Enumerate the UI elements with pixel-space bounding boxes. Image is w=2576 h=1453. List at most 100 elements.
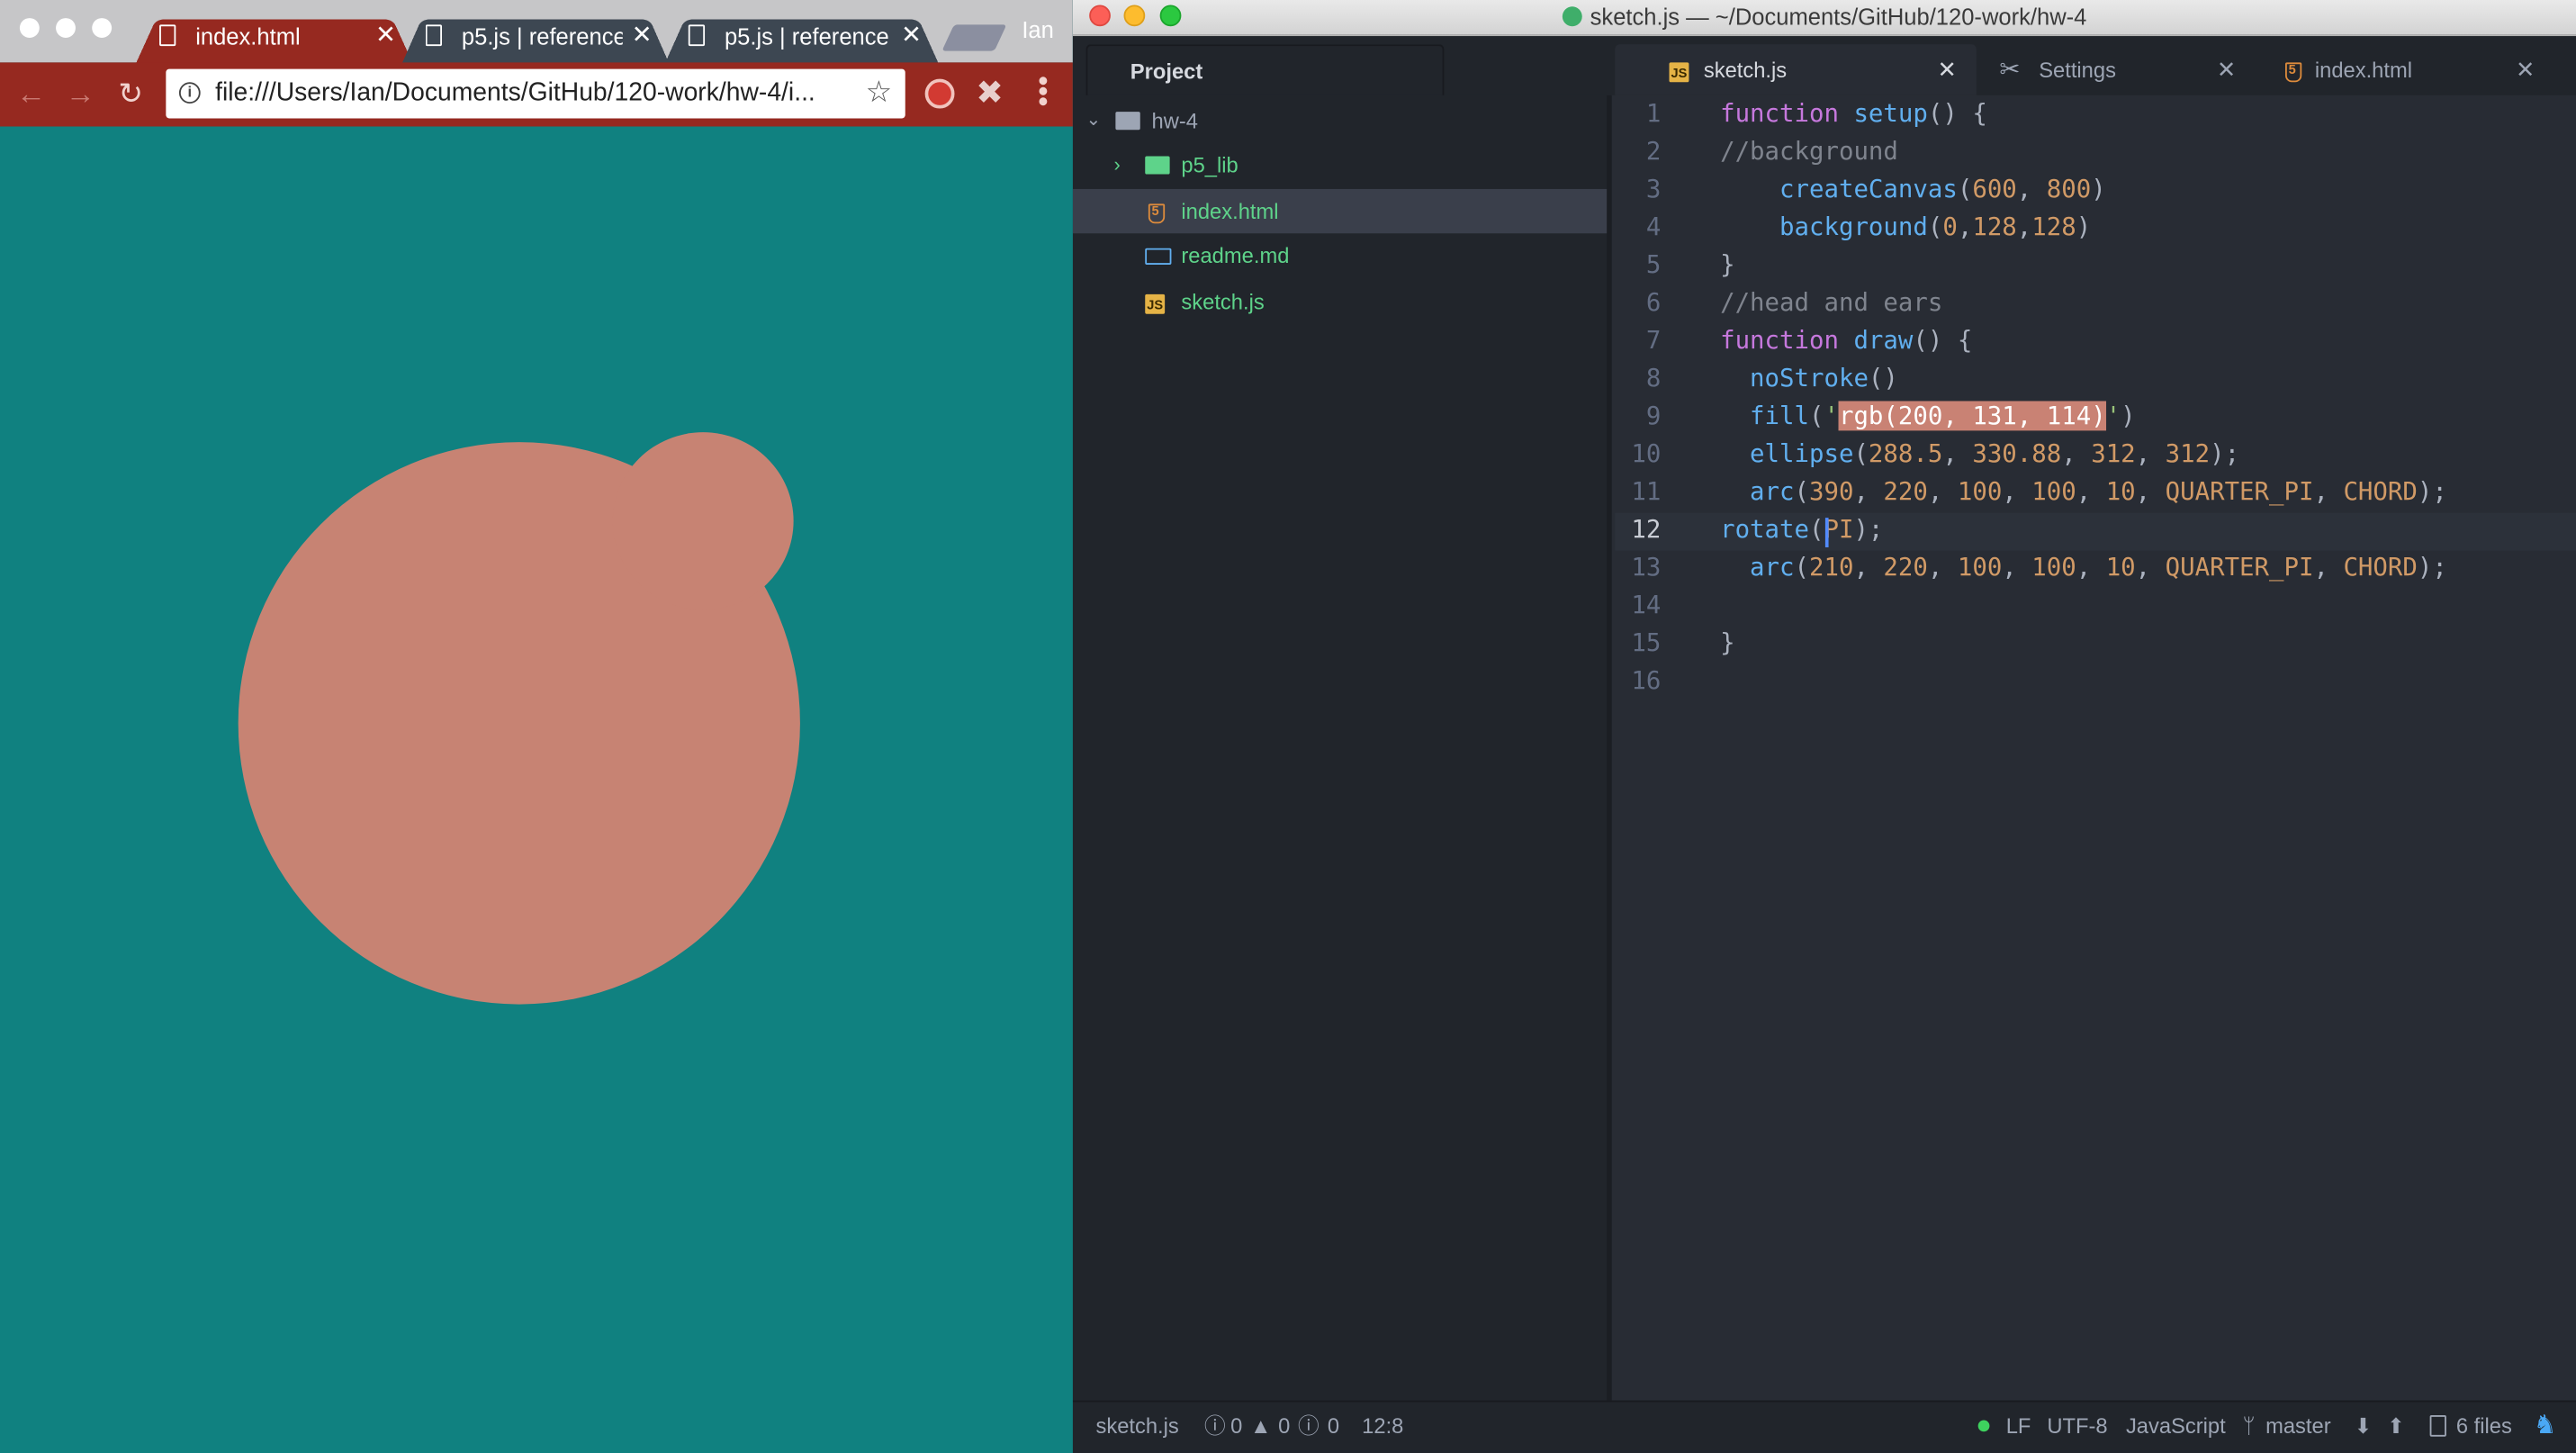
extension-stop-icon[interactable]	[924, 78, 955, 109]
code-line[interactable]: fill('rgb(200, 131, 114)')	[1720, 401, 2136, 431]
tab-settings[interactable]: ✂ Settings ✕	[1979, 44, 2256, 95]
git-branch[interactable]: master	[2265, 1402, 2331, 1451]
line-number: 6	[1645, 287, 1662, 318]
p5-canvas	[0, 126, 1073, 1453]
reload-icon[interactable]: ↻	[118, 79, 143, 109]
code-line[interactable]: //head and ears	[1720, 288, 1942, 318]
cursor-position[interactable]: 12:8	[1362, 1402, 1403, 1451]
grammar[interactable]: JavaScript	[2126, 1402, 2226, 1451]
code-line[interactable]: createCanvas(600, 800)	[1720, 175, 2106, 204]
chevron-down-icon[interactable]: ⌄	[1086, 99, 1102, 143]
tab-title: p5.js | reference	[461, 23, 623, 50]
info-icon[interactable]: i	[178, 82, 201, 104]
close-tab-icon[interactable]: ✕	[901, 10, 922, 62]
tree-view-tab[interactable]: Project	[1085, 44, 1445, 95]
forward-arrow-icon[interactable]: →	[66, 79, 95, 109]
menu-dots-icon[interactable]: •••	[1027, 76, 1060, 107]
close-tab-icon[interactable]: ✕	[2217, 44, 2236, 95]
address-bar[interactable]: i file:///Users/Ian/Documents/GitHub/120…	[166, 68, 905, 119]
folder-icon	[1145, 156, 1170, 175]
tab-index-html[interactable]: index.html ✕	[2259, 44, 2555, 95]
line-number: 1	[1645, 98, 1662, 129]
chrome-tab-active[interactable]: index.html ✕	[136, 10, 413, 63]
new-tab-button[interactable]	[941, 24, 1007, 51]
code-editor[interactable]: 1 2 3 4 5 6 7 8 9 10 11 12 13 14 15 16 function setup()…	[1615, 95, 2576, 1401]
tab-sketch-js[interactable]: JS sketch.js ✕	[1615, 44, 1977, 95]
tab-title: Settings	[2039, 57, 2116, 83]
atom-tabbar: Project JS sketch.js ✕ ✂ Settings ✕ inde…	[1072, 36, 2576, 95]
chrome-window: index.html ✕ p5.js | reference ✕ p5.js |…	[0, 0, 1073, 1453]
atom-logo-icon	[1562, 6, 1582, 27]
folder-icon	[1115, 112, 1140, 131]
tab-title: sketch.js	[1703, 57, 1788, 83]
close-tab-icon[interactable]: ✕	[1938, 44, 1957, 95]
tree-folder-p5-lib[interactable]: › p5_lib	[1073, 143, 1607, 187]
info-count[interactable]: 0	[1328, 1402, 1339, 1451]
tree-root-hw-4[interactable]: ⌄ hw-4	[1073, 99, 1607, 143]
atom-titlebar: sketch.js — ~/Documents/GitHub/120-work/…	[1072, 0, 2576, 37]
code-line[interactable]: function draw() {	[1720, 326, 1972, 356]
tree-item-label: readme.md	[1181, 243, 1290, 268]
status-file-name[interactable]: sketch.js	[1095, 1402, 1178, 1451]
close-window-button[interactable]	[19, 18, 40, 38]
tree-file-sketch-js[interactable]: JS sketch.js	[1073, 279, 1607, 323]
code-line[interactable]: rotate(PI);	[1720, 514, 1883, 544]
error-icon[interactable]: ⓘ	[1204, 1402, 1226, 1451]
url-text[interactable]: file:///Users/Ian/Documents/GitHub/120-w…	[215, 69, 848, 119]
close-tab-icon[interactable]: ✕	[632, 10, 653, 62]
minimize-window-button[interactable]	[56, 18, 76, 38]
tools-icon: ✂	[1999, 56, 2021, 85]
warning-count[interactable]: 0	[1278, 1402, 1290, 1451]
tree-file-readme[interactable]: readme.md	[1073, 233, 1607, 277]
encoding[interactable]: UTF-8	[2047, 1402, 2107, 1451]
code-line[interactable]: noStroke()	[1720, 364, 1898, 393]
line-ending[interactable]: LF	[2006, 1402, 2031, 1451]
js-icon: JS	[1145, 279, 1166, 323]
error-count[interactable]: 0	[1230, 1402, 1242, 1451]
tree-item-label: p5_lib	[1181, 152, 1238, 178]
tree-item-label: sketch.js	[1181, 289, 1265, 314]
line-number: 16	[1631, 665, 1662, 696]
ear-circle	[612, 432, 794, 610]
close-tab-icon[interactable]: ✕	[375, 10, 396, 62]
window-title: sketch.js — ~/Documents/GitHub/120-work/…	[1590, 3, 2087, 30]
page-icon	[688, 24, 706, 47]
line-number: 7	[1645, 325, 1662, 356]
code-line[interactable]: }	[1720, 250, 1734, 280]
zoom-window-button[interactable]	[92, 18, 113, 38]
code-line[interactable]: arc(210, 220, 100, 100, 10, QUARTER_PI, …	[1720, 552, 2447, 582]
line-number: 9	[1645, 401, 1662, 431]
line-number: 15	[1631, 627, 1662, 658]
chevron-right-icon[interactable]: ›	[1114, 143, 1121, 187]
squirrel-update-icon[interactable]: ♞	[2534, 1402, 2557, 1451]
fetch-down-icon[interactable]: ⬇	[2355, 1402, 2373, 1451]
bookmark-star-icon[interactable]: ☆	[866, 76, 892, 110]
changed-files[interactable]: 6 files	[2456, 1402, 2512, 1451]
code-line[interactable]: background(0,128,128)	[1720, 212, 2091, 242]
chrome-tab[interactable]: p5.js | reference ✕	[402, 10, 669, 63]
code-line[interactable]: arc(390, 220, 100, 100, 10, QUARTER_PI, …	[1720, 476, 2447, 506]
text-cursor	[1824, 518, 1829, 547]
code-line[interactable]: ellipse(288.5, 330.88, 312, 312);	[1720, 438, 2239, 468]
push-up-icon[interactable]: ⬆	[2387, 1402, 2405, 1451]
extension-puzzle-icon[interactable]: ✖	[976, 72, 1004, 113]
page-icon	[425, 24, 443, 47]
info-icon[interactable]: ⓘ	[1298, 1402, 1320, 1451]
line-number: 12	[1631, 514, 1662, 545]
code-line[interactable]: //background	[1720, 137, 1898, 167]
tab-title: index.html	[2314, 57, 2412, 83]
tree-file-index-html[interactable]: index.html	[1072, 188, 1608, 234]
chrome-tab[interactable]: p5.js | reference ✕	[665, 10, 939, 63]
tab-title: p5.js | reference	[724, 23, 889, 50]
git-branch-icon: ᛘ	[2242, 1413, 2256, 1439]
code-line[interactable]: function setup() {	[1720, 99, 1987, 129]
warning-icon[interactable]: ▲	[1250, 1402, 1272, 1451]
book-icon	[1145, 248, 1172, 265]
page-icon	[159, 24, 176, 47]
html5-icon	[2284, 44, 2302, 95]
code-line[interactable]: }	[1720, 627, 1734, 657]
profile-name[interactable]: Ian	[1022, 16, 1054, 42]
back-arrow-icon[interactable]: ←	[16, 79, 46, 109]
close-tab-icon[interactable]: ✕	[2516, 44, 2535, 95]
tab-title: index.html	[195, 23, 301, 50]
